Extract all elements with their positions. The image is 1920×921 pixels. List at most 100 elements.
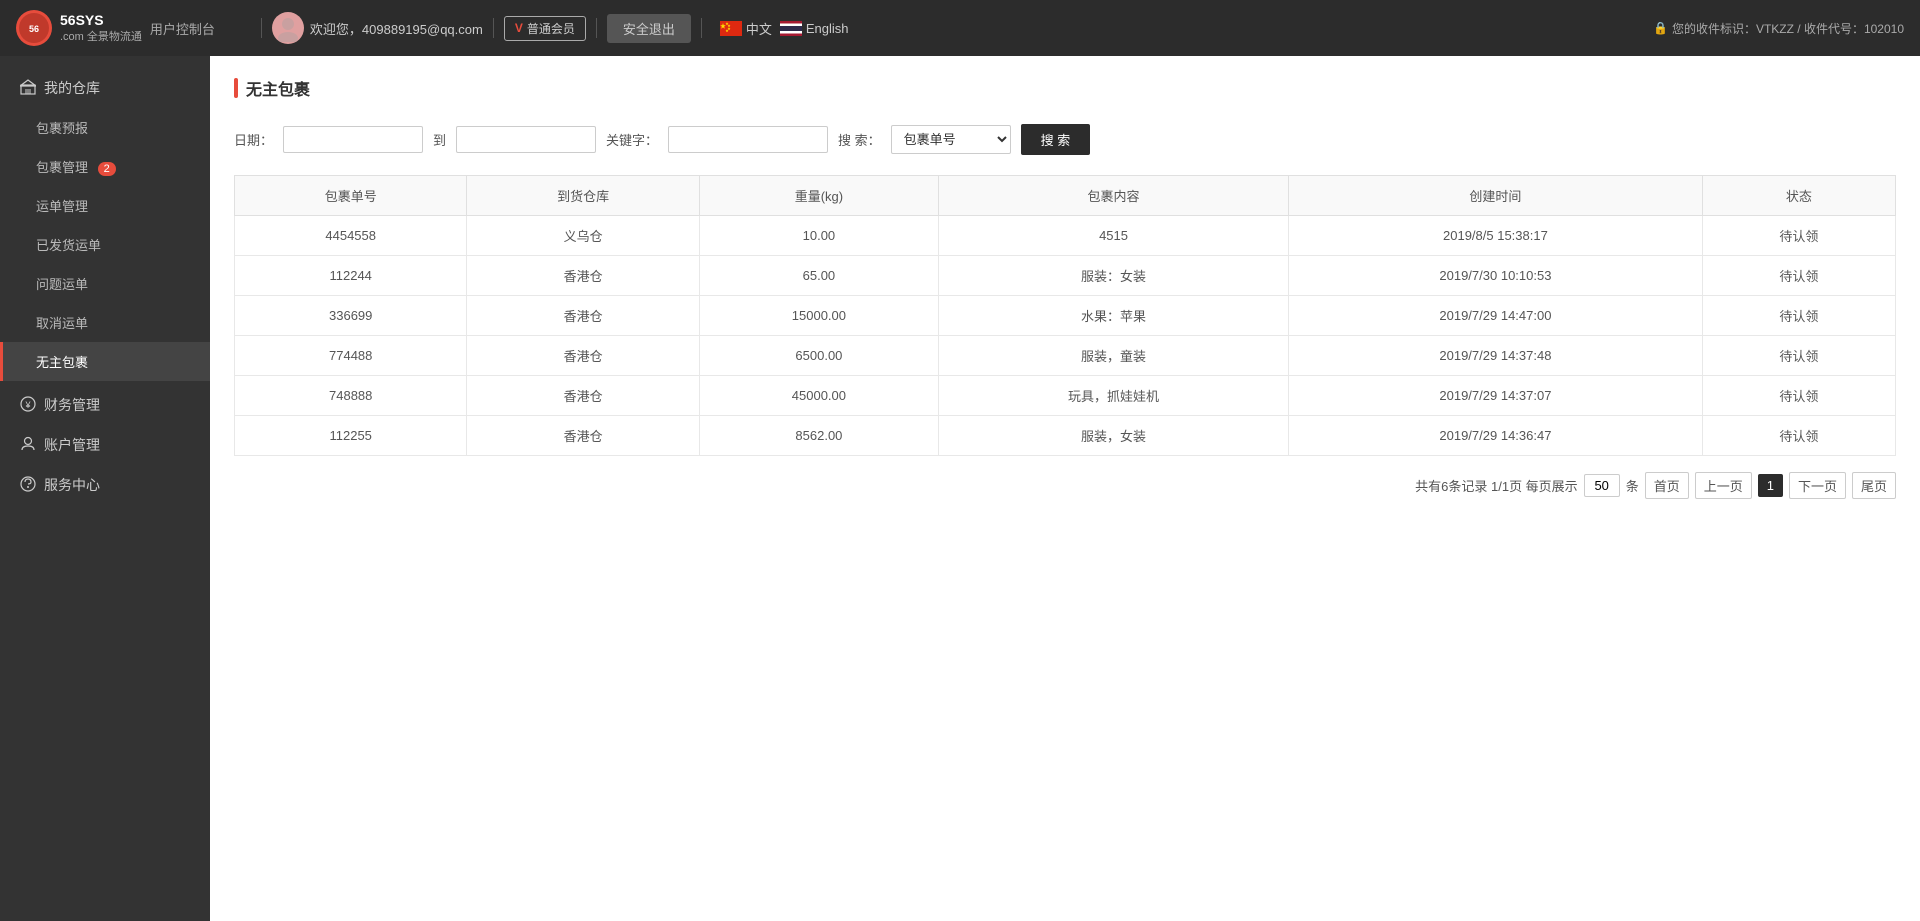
table-row: 4454558义乌仓10.0045152019/8/5 15:38:17待认领	[235, 216, 1896, 256]
pagination: 共有6条记录 1/1页 每页展示 条 首页 上一页 1 下一页 尾页	[234, 472, 1896, 499]
svg-text:56: 56	[29, 24, 39, 34]
logout-button[interactable]: 安全退出	[607, 14, 691, 43]
v-icon: V	[515, 21, 523, 35]
header-divider-4	[701, 18, 702, 38]
pagination-total: 共有6条记录 1/1页 每页展示	[1415, 476, 1578, 495]
lock-icon: 🔒	[1653, 21, 1668, 35]
cell-content: 4515	[938, 216, 1288, 256]
search-button[interactable]: 搜 索	[1021, 124, 1091, 155]
cell-id: 774488	[235, 336, 467, 376]
sidebar-item-waybill-mgmt[interactable]: 运单管理	[0, 186, 210, 225]
sidebar-item-label: 已发货运单	[36, 238, 101, 253]
page-size-input[interactable]	[1584, 474, 1620, 497]
sidebar-item-shipped-waybill[interactable]: 已发货运单	[0, 225, 210, 264]
date-to-input[interactable]	[456, 126, 596, 153]
table-row: 336699香港仓15000.00水果：苹果2019/7/29 14:47:00…	[235, 296, 1896, 336]
user-info: 欢迎您，409889195@qq.com	[272, 12, 483, 44]
logo-area: 56 56SYS .com 全景物流通 用户控制台	[16, 10, 235, 46]
logo-brand: 56SYS	[60, 12, 142, 28]
prev-page-button[interactable]: 上一页	[1695, 472, 1752, 499]
sidebar: 我的仓库 包裹预报 包裹管理 2 运单管理 已发货运单 问题运单 取消运单	[0, 56, 210, 921]
logo-subtitle: .com 全景物流通	[60, 28, 142, 44]
finance-icon: ¥	[20, 396, 36, 415]
keyword-input[interactable]	[668, 126, 828, 153]
cell-warehouse: 香港仓	[467, 336, 699, 376]
cell-id: 4454558	[235, 216, 467, 256]
cell-status: 待认领	[1702, 376, 1895, 416]
language-switcher: 中文 English	[720, 19, 849, 38]
pagination-unit: 条	[1626, 476, 1639, 495]
last-page-button[interactable]: 尾页	[1852, 472, 1896, 499]
cell-content: 服装，女装	[938, 416, 1288, 456]
logo-icon: 56	[16, 10, 52, 46]
first-page-button[interactable]: 首页	[1645, 472, 1689, 499]
col-header-created: 创建时间	[1289, 176, 1703, 216]
cell-created: 2019/7/29 14:37:07	[1289, 376, 1703, 416]
cell-id[interactable]: 112244	[235, 256, 467, 296]
cell-weight: 65.00	[699, 256, 938, 296]
sidebar-item-cancel-waybill[interactable]: 取消运单	[0, 303, 210, 342]
cell-id[interactable]: 112255	[235, 416, 467, 456]
cell-status: 待认领	[1702, 336, 1895, 376]
sidebar-item-problem-waybill[interactable]: 问题运单	[0, 264, 210, 303]
lang-cn-button[interactable]: 中文	[720, 19, 772, 38]
accent-bar	[234, 78, 238, 98]
sidebar-item-label: 包裹管理	[36, 160, 88, 175]
header-divider-1	[261, 18, 262, 38]
cell-weight: 6500.00	[699, 336, 938, 376]
account-label: 账户管理	[44, 435, 100, 455]
next-page-button[interactable]: 下一页	[1789, 472, 1846, 499]
warehouse-section: 我的仓库 包裹预报 包裹管理 2 运单管理 已发货运单 问题运单 取消运单	[0, 56, 210, 385]
cell-weight: 10.00	[699, 216, 938, 256]
cell-status: 待认领	[1702, 296, 1895, 336]
col-header-id: 包裹单号	[235, 176, 467, 216]
sidebar-item-label: 包裹预报	[36, 121, 88, 136]
cell-status: 待认领	[1702, 416, 1895, 456]
cell-warehouse: 香港仓	[467, 376, 699, 416]
lang-en-button[interactable]: English	[780, 21, 849, 36]
search-type-label: 搜 索：	[838, 130, 881, 149]
warehouse-section-label: 我的仓库	[44, 78, 100, 98]
page-title: 无主包裹	[246, 76, 310, 100]
table-row: 112255香港仓8562.00服装，女装2019/7/29 14:36:47待…	[235, 416, 1896, 456]
sidebar-item-unclaimed-parcel[interactable]: 无主包裹	[0, 342, 210, 381]
cell-id: 336699	[235, 296, 467, 336]
cell-status: 待认领	[1702, 256, 1895, 296]
cell-created: 2019/8/5 15:38:17	[1289, 216, 1703, 256]
table-row: 748888香港仓45000.00玩具，抓娃娃机2019/7/29 14:37:…	[235, 376, 1896, 416]
current-page-button[interactable]: 1	[1758, 474, 1783, 497]
th-flag-icon	[780, 21, 802, 36]
cell-content: 服装，童装	[938, 336, 1288, 376]
table-row: 774488香港仓6500.00服装，童装2019/7/29 14:37:48待…	[235, 336, 1896, 376]
member-badge: V 普通会员	[504, 16, 586, 41]
svg-text:¥: ¥	[24, 400, 31, 410]
date-from-input[interactable]	[283, 126, 423, 153]
lang-cn-label: 中文	[746, 19, 772, 38]
warehouse-icon	[20, 79, 36, 98]
col-header-warehouse: 到货仓库	[467, 176, 699, 216]
sidebar-warehouse-header[interactable]: 我的仓库	[0, 68, 210, 108]
receipt-info: 🔒 您的收件标识：VTKZZ / 收件代号：102010	[1653, 20, 1904, 37]
cn-flag-icon	[720, 21, 742, 36]
receipt-text: 您的收件标识：VTKZZ / 收件代号：102010	[1672, 20, 1904, 37]
sidebar-item-parcel-forecast[interactable]: 包裹预报	[0, 108, 210, 147]
cell-content: 水果：苹果	[938, 296, 1288, 336]
cell-created: 2019/7/29 14:47:00	[1289, 296, 1703, 336]
cell-warehouse: 香港仓	[467, 416, 699, 456]
cell-warehouse: 香港仓	[467, 296, 699, 336]
sidebar-item-parcel-mgmt[interactable]: 包裹管理 2	[0, 147, 210, 186]
to-label: 到	[433, 130, 446, 149]
main-content: 无主包裹 日期： 到 关键字： 搜 索： 包裹单号 包裹内容 到货仓库 搜 索	[210, 56, 1920, 921]
cell-content: 玩具，抓娃娃机	[938, 376, 1288, 416]
control-panel-label: 用户控制台	[150, 19, 215, 38]
col-header-status: 状态	[1702, 176, 1895, 216]
sidebar-finance-header[interactable]: ¥ 财务管理	[0, 385, 210, 425]
page-title-bar: 无主包裹	[234, 76, 1896, 100]
member-label: 普通会员	[527, 20, 575, 37]
sidebar-item-label: 运单管理	[36, 199, 88, 214]
sidebar-account-header[interactable]: 账户管理	[0, 425, 210, 465]
date-label: 日期：	[234, 130, 273, 149]
search-type-select[interactable]: 包裹单号 包裹内容 到货仓库	[891, 125, 1011, 154]
sidebar-service-header[interactable]: 服务中心	[0, 465, 210, 505]
sidebar-item-label: 问题运单	[36, 277, 88, 292]
